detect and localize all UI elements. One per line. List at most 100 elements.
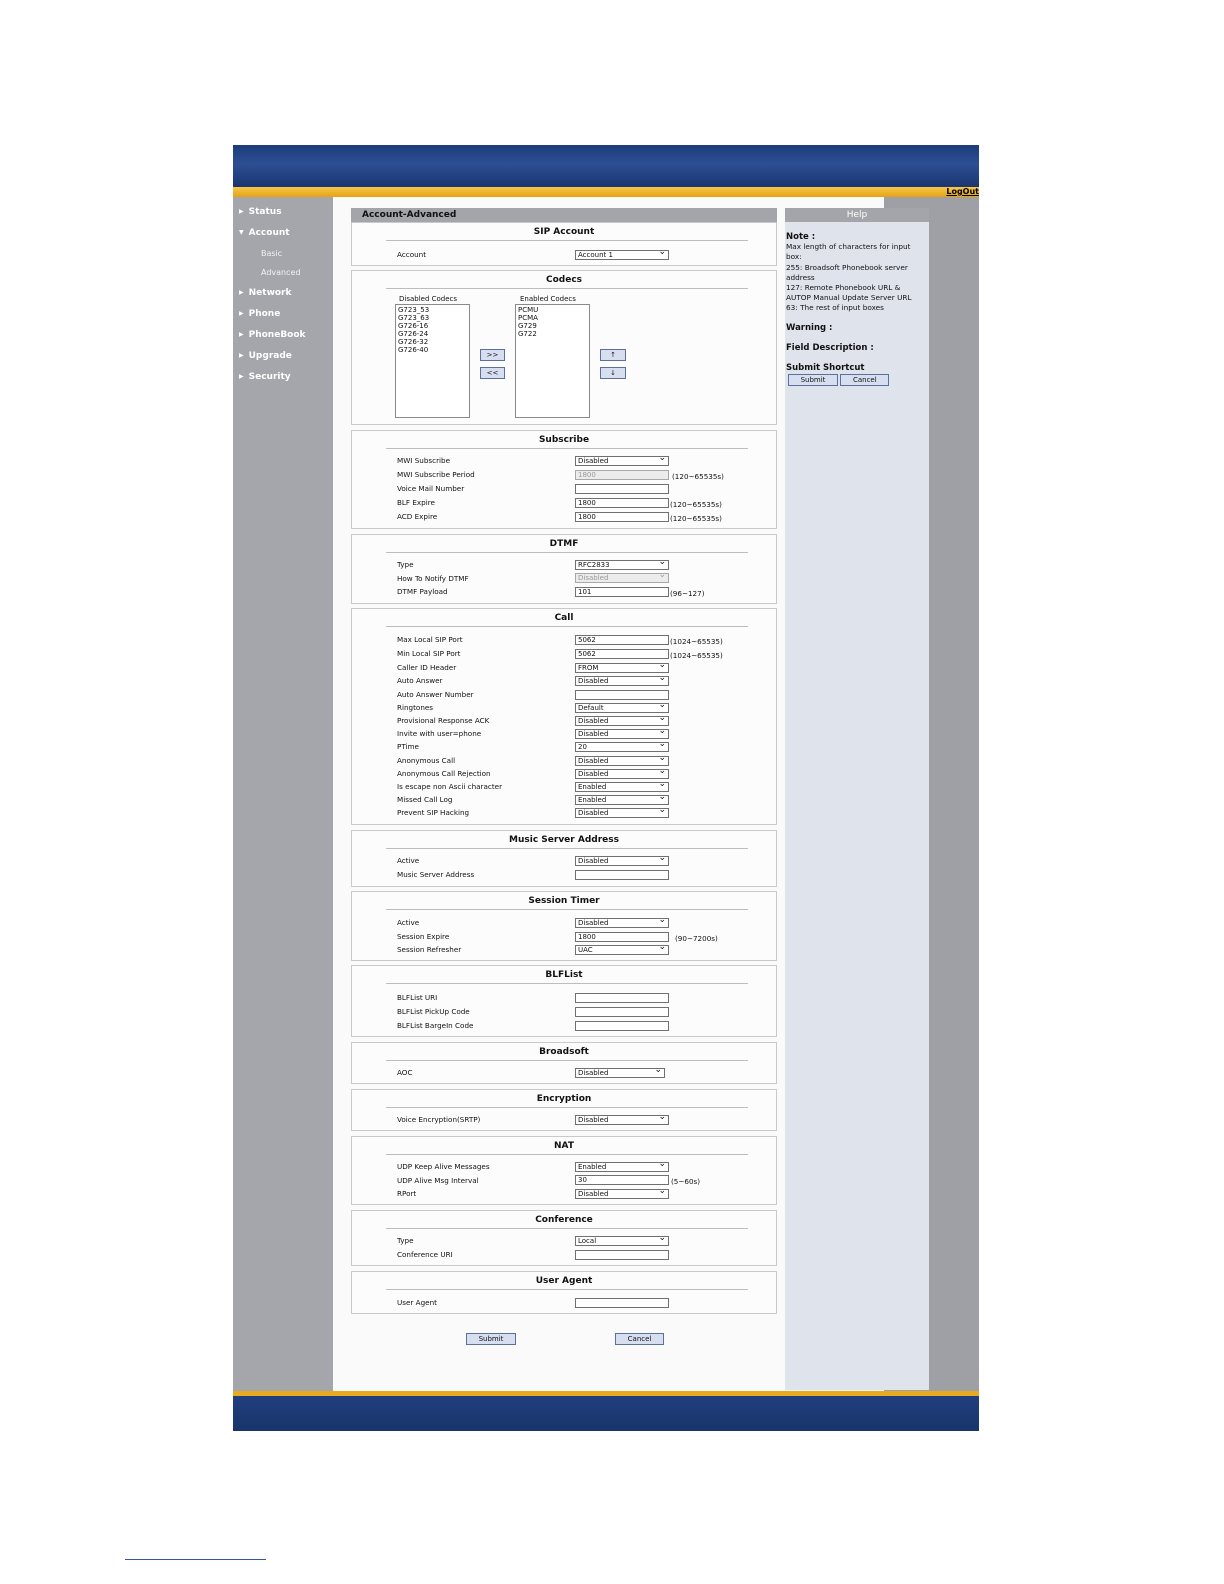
list-item[interactable]: G722 [518, 330, 587, 338]
ringtones-label: Ringtones [397, 703, 434, 712]
divider [386, 848, 748, 849]
caller-id-select[interactable]: FROM [575, 663, 669, 673]
rport-label: RPort [397, 1189, 417, 1198]
submit-shortcut-label: Submit Shortcut [786, 363, 865, 374]
session-refresher-select[interactable]: UAC [575, 945, 669, 955]
triangle-right-icon: ▶ [239, 289, 244, 296]
anonymous-call-select[interactable]: Disabled [575, 756, 669, 766]
srtp-select[interactable]: Disabled [575, 1115, 669, 1125]
session-expire-input[interactable]: 1800 [575, 932, 669, 942]
list-item[interactable]: G723_63 [398, 314, 467, 322]
ptime-select[interactable]: 20 [575, 742, 669, 752]
section-title: Conference [535, 1215, 593, 1225]
section-title: Session Timer [528, 896, 600, 906]
user-agent-input[interactable] [575, 1298, 669, 1308]
enabled-codecs-list[interactable]: PCMU PCMA G729 G722 [515, 304, 590, 418]
acd-expire-input[interactable]: 1800 [575, 512, 669, 522]
user-agent-section: User Agent User Agent [351, 1271, 777, 1314]
min-sip-port-input[interactable]: 5062 [575, 649, 669, 659]
nav-item-account[interactable]: ▼ Account [239, 228, 290, 238]
blflist-pickup-label: BLFList PickUp Code [397, 1007, 470, 1016]
blflist-bargein-input[interactable] [575, 1021, 669, 1031]
divider [386, 1228, 748, 1229]
codecs-section: Codecs Disabled Codecs Enabled Codecs G7… [351, 270, 777, 425]
music-active-select[interactable]: Disabled [575, 856, 669, 866]
section-title: Encryption [536, 1094, 592, 1104]
provisional-ack-select[interactable]: Disabled [575, 716, 669, 726]
nav-item-status[interactable]: ▶ Status [239, 207, 282, 217]
dtmf-type-select[interactable]: RFC2833 [575, 560, 669, 570]
auto-answer-select[interactable]: Disabled [575, 676, 669, 686]
min-sip-port-label: Min Local SIP Port [397, 649, 461, 658]
conference-section: Conference Type Local Conference URI [351, 1210, 777, 1266]
help-cancel-button[interactable]: Cancel [840, 374, 890, 387]
triangle-right-icon: ▶ [239, 310, 244, 317]
invite-user-phone-select[interactable]: Disabled [575, 729, 669, 739]
remove-codec-button[interactable]: << [480, 367, 505, 379]
aoc-select[interactable]: Disabled [575, 1068, 665, 1078]
divider [386, 1289, 748, 1290]
nat-section: NAT UDP Keep Alive Messages Enabled UDP … [351, 1136, 777, 1205]
list-item[interactable]: G726-16 [398, 322, 467, 330]
invite-user-phone-label: Invite with user=phone [397, 729, 482, 738]
escape-ascii-select[interactable]: Enabled [575, 782, 669, 792]
acd-expire-label: ACD Expire [397, 512, 438, 521]
move-down-button[interactable]: ↓ [600, 367, 626, 379]
session-active-select[interactable]: Disabled [575, 918, 669, 928]
conference-type-select[interactable]: Local [575, 1236, 669, 1246]
prevent-hacking-select[interactable]: Disabled [575, 808, 669, 818]
blflist-uri-input[interactable] [575, 993, 669, 1003]
anonymous-call-label: Anonymous Call [397, 756, 456, 765]
nav-item-basic[interactable]: Basic [261, 249, 282, 258]
list-item[interactable]: PCMU [518, 306, 587, 314]
nav-item-network[interactable]: ▶ Network [239, 288, 292, 298]
move-up-button[interactable]: ↑ [600, 349, 626, 361]
music-server-section: Music Server Address Active Disabled Mus… [351, 830, 777, 887]
nav-item-advanced[interactable]: Advanced [261, 268, 301, 277]
list-item[interactable]: G726-32 [398, 338, 467, 346]
logout-link[interactable]: LogOut [946, 187, 979, 196]
list-item[interactable]: G729 [518, 322, 587, 330]
max-sip-port-input[interactable]: 5062 [575, 635, 669, 645]
rport-select[interactable]: Disabled [575, 1189, 669, 1199]
blf-expire-input[interactable]: 1800 [575, 498, 669, 508]
auto-answer-number-input[interactable] [575, 690, 669, 700]
help-note-line: AUTOP Manual Update Server URL [786, 293, 912, 303]
notify-dtmf-select[interactable]: Disabled [575, 573, 669, 583]
add-codec-button[interactable]: >> [480, 349, 505, 361]
conference-uri-input[interactable] [575, 1250, 669, 1260]
list-item[interactable]: G726-24 [398, 330, 467, 338]
triangle-down-icon: ▼ [239, 229, 244, 236]
list-item[interactable]: PCMA [518, 314, 587, 322]
cancel-button[interactable]: Cancel [615, 1333, 664, 1345]
page-title: Account-Advanced [351, 208, 777, 222]
section-title: User Agent [535, 1276, 593, 1286]
help-submit-button[interactable]: Submit [788, 374, 838, 387]
nav-item-phone[interactable]: ▶ Phone [239, 309, 280, 319]
music-address-input[interactable] [575, 870, 669, 880]
udp-interval-input[interactable]: 30 [575, 1175, 669, 1185]
account-select[interactable]: Account 1 [575, 250, 669, 260]
voicemail-input[interactable] [575, 484, 669, 494]
list-item[interactable]: G723_53 [398, 306, 467, 314]
list-item[interactable]: G726-40 [398, 346, 467, 354]
blflist-pickup-input[interactable] [575, 1007, 669, 1017]
disabled-codecs-list[interactable]: G723_53 G723_63 G726-16 G726-24 G726-32 … [395, 304, 470, 418]
auto-answer-number-label: Auto Answer Number [397, 690, 474, 699]
divider [386, 983, 748, 984]
dtmf-payload-input[interactable]: 101 [575, 587, 669, 597]
nav-item-security[interactable]: ▶ Security [239, 372, 291, 382]
submit-button[interactable]: Submit [466, 1333, 516, 1345]
mwi-period-input[interactable]: 1800 [575, 470, 669, 480]
mwi-subscribe-select[interactable]: Disabled [575, 456, 669, 466]
ringtones-select[interactable]: Default [575, 703, 669, 713]
conference-type-label: Type [397, 1236, 414, 1245]
anonymous-rejection-select[interactable]: Disabled [575, 769, 669, 779]
udp-keepalive-select[interactable]: Enabled [575, 1162, 669, 1172]
udp-interval-range: (5~60s) [671, 1177, 701, 1186]
missed-call-log-select[interactable]: Enabled [575, 795, 669, 805]
user-agent-label: User Agent [397, 1298, 437, 1307]
account-label: Account [397, 250, 427, 259]
nav-item-phonebook[interactable]: ▶ PhoneBook [239, 330, 306, 340]
nav-item-upgrade[interactable]: ▶ Upgrade [239, 351, 292, 361]
